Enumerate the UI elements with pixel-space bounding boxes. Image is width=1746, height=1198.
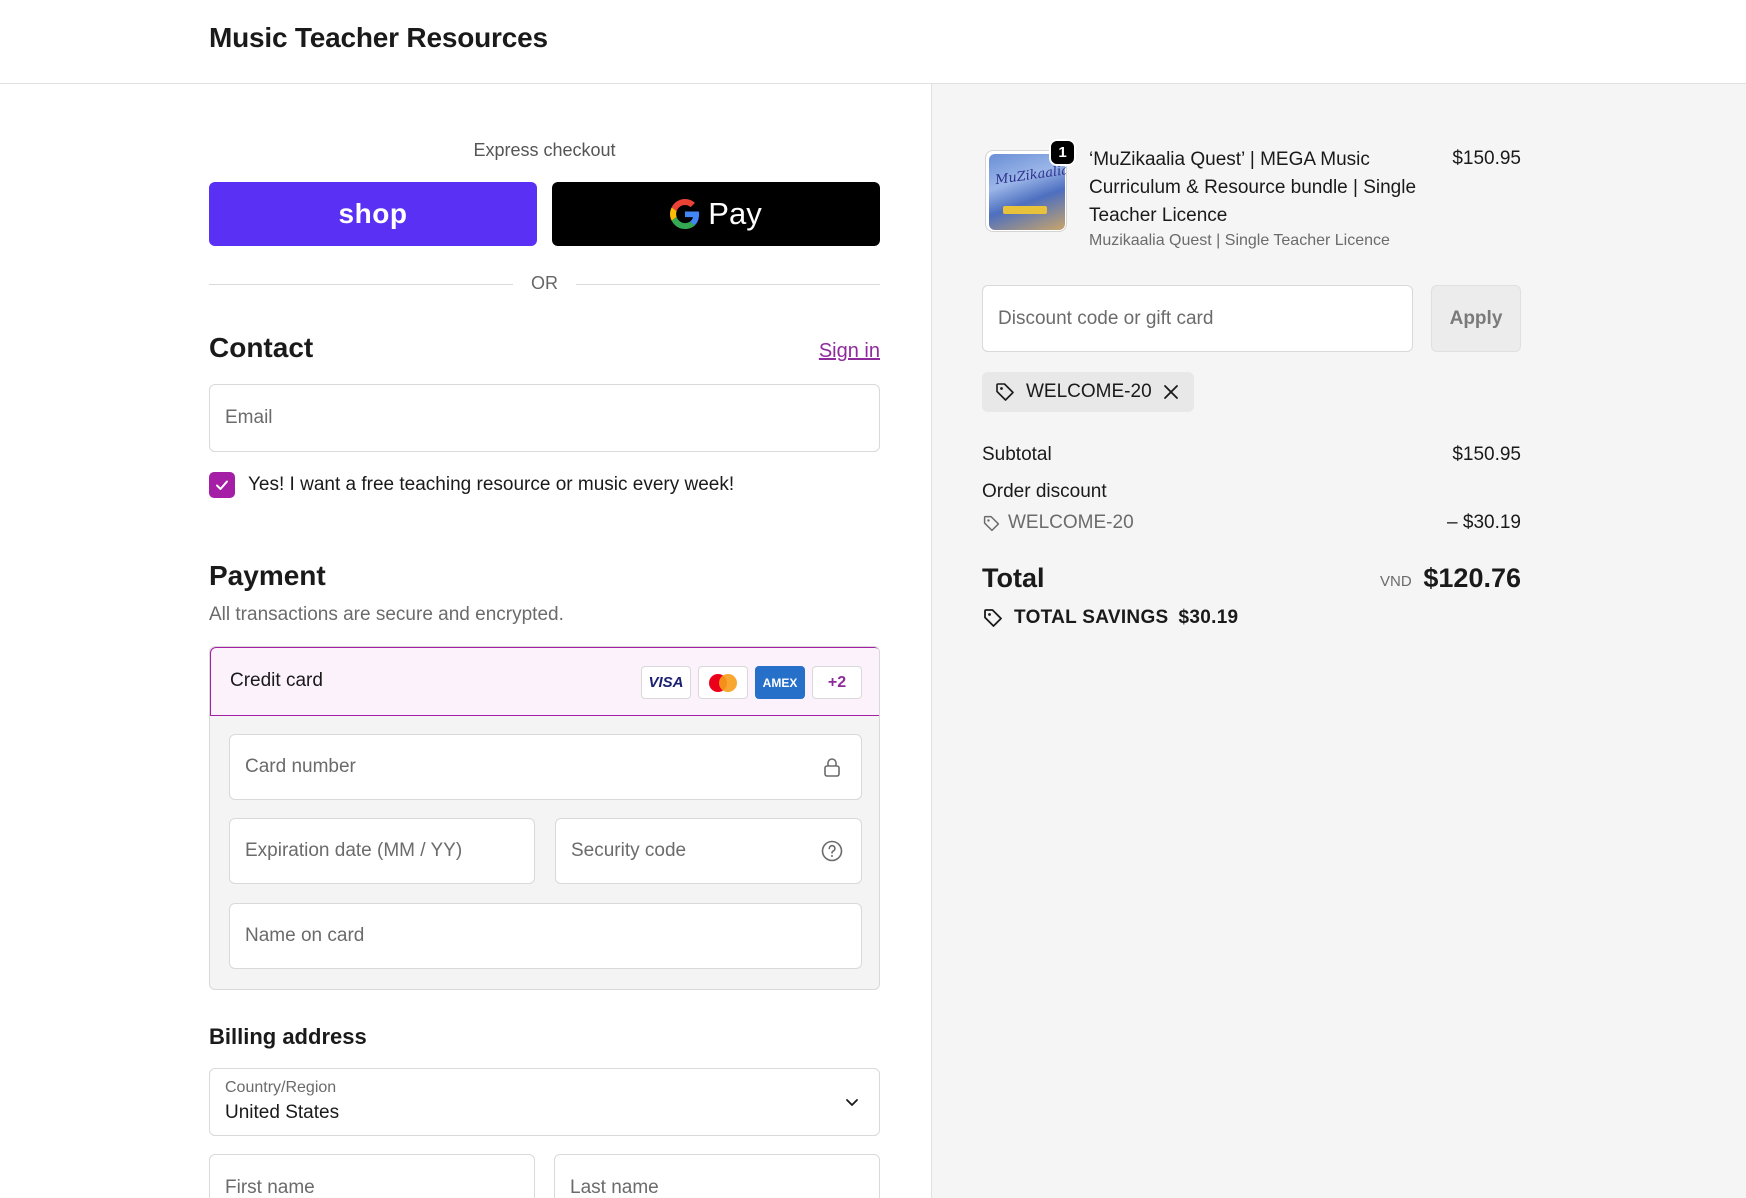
discount-placeholder: Discount code or gift card <box>998 307 1214 329</box>
order-discount-row: Order discount <box>982 481 1521 503</box>
product-name: ‘MuZikaalia Quest’ | MEGA Music Curricul… <box>1089 149 1417 226</box>
country-select[interactable]: Country/Region United States <box>209 1068 880 1136</box>
shop-pay-button[interactable]: shop <box>209 182 537 246</box>
first-name-placeholder: First name <box>225 1177 315 1198</box>
contact-heading: Contact <box>209 332 314 363</box>
product-price: $150.95 <box>1452 148 1521 169</box>
google-pay-button[interactable]: Pay <box>552 182 880 246</box>
total-savings: TOTAL SAVINGS $30.19 <box>982 607 1238 629</box>
subtotal-value: $150.95 <box>1452 444 1521 465</box>
credit-card-panel: Credit card VISA AMEX +2 Card number Exp… <box>209 646 880 990</box>
first-name-field[interactable]: First name <box>209 1154 535 1198</box>
newsletter-label[interactable]: Yes! I want a free teaching resource or … <box>248 474 734 496</box>
savings-tag-icon <box>984 609 1002 627</box>
apply-discount-button[interactable]: Apply <box>1431 285 1521 352</box>
payment-subtitle: All transactions are secure and encrypte… <box>209 604 564 625</box>
shop-pay-logo: shop <box>338 198 408 229</box>
help-icon[interactable] <box>821 840 843 862</box>
subtotal-row: Subtotal $150.95 <box>982 444 1521 466</box>
newsletter-row: Yes! I want a free teaching resource or … <box>209 472 734 498</box>
sign-in-link[interactable]: Sign in <box>819 340 880 363</box>
discount-code-line: WELCOME-20 <box>982 512 1134 534</box>
mastercard-icon <box>698 666 748 699</box>
country-label: Country/Region <box>225 1079 337 1096</box>
card-number-placeholder: Card number <box>245 756 356 777</box>
visa-icon: VISA <box>641 666 691 699</box>
more-cards-badge: +2 <box>812 666 862 699</box>
newsletter-checkbox[interactable] <box>209 472 235 498</box>
expiration-placeholder: Expiration date (MM / YY) <box>245 840 463 861</box>
name-on-card-placeholder: Name on card <box>245 925 365 946</box>
total-currency: VND <box>1380 573 1412 590</box>
security-code-field[interactable]: Security code <box>555 818 862 884</box>
applied-discount-chip: WELCOME-20 <box>982 372 1194 412</box>
product-image-band <box>1003 206 1047 214</box>
amex-icon: AMEX <box>755 666 805 699</box>
security-code-placeholder: Security code <box>571 840 687 861</box>
order-summary-panel <box>931 84 1746 1198</box>
credit-card-option[interactable]: Credit card VISA AMEX +2 <box>210 647 879 716</box>
tag-icon <box>983 515 1000 531</box>
discount-code-text: WELCOME-20 <box>1008 512 1134 533</box>
tag-icon <box>996 383 1014 401</box>
chevron-down-icon <box>846 1099 858 1106</box>
card-number-field[interactable]: Card number <box>229 734 862 800</box>
card-brand-list: VISA AMEX +2 <box>641 666 862 699</box>
product-image-text: MuZikaalia <box>994 162 1067 189</box>
email-field[interactable]: Email <box>209 384 880 452</box>
last-name-field[interactable]: Last name <box>554 1154 880 1198</box>
expiration-date-field[interactable]: Expiration date (MM / YY) <box>229 818 535 884</box>
savings-label: TOTAL SAVINGS <box>1014 607 1169 628</box>
billing-heading: Billing address <box>209 1024 367 1049</box>
google-g-icon <box>670 199 700 229</box>
or-label: OR <box>531 273 558 293</box>
express-checkout-label: Express checkout <box>473 140 616 160</box>
discount-code-input[interactable]: Discount code or gift card <box>982 285 1413 352</box>
email-placeholder: Email <box>225 407 273 428</box>
google-pay-label: Pay <box>708 196 762 231</box>
last-name-placeholder: Last name <box>570 1177 659 1198</box>
payment-heading: Payment <box>209 560 326 591</box>
total-label: Total <box>982 563 1045 593</box>
store-title[interactable]: Music Teacher Resources <box>209 22 548 54</box>
check-icon <box>216 480 228 490</box>
name-on-card-field[interactable]: Name on card <box>229 903 862 969</box>
order-discount-label: Order discount <box>982 481 1107 502</box>
country-value: United States <box>225 1102 340 1123</box>
applied-discount-code: WELCOME-20 <box>1026 381 1152 402</box>
quantity-badge: 1 <box>1049 139 1076 166</box>
or-divider: OR <box>209 272 880 296</box>
lock-icon <box>824 758 840 777</box>
savings-value: $30.19 <box>1178 607 1239 628</box>
remove-discount-icon[interactable] <box>1162 383 1180 401</box>
discount-value: – $30.19 <box>1447 512 1521 533</box>
product-variant: Muzikaalia Quest | Single Teacher Licenc… <box>1089 232 1390 249</box>
subtotal-label: Subtotal <box>982 444 1052 465</box>
header-bar: Music Teacher Resources <box>0 0 1746 84</box>
credit-card-label: Credit card <box>230 670 323 691</box>
total-value: $120.76 <box>1423 563 1521 593</box>
